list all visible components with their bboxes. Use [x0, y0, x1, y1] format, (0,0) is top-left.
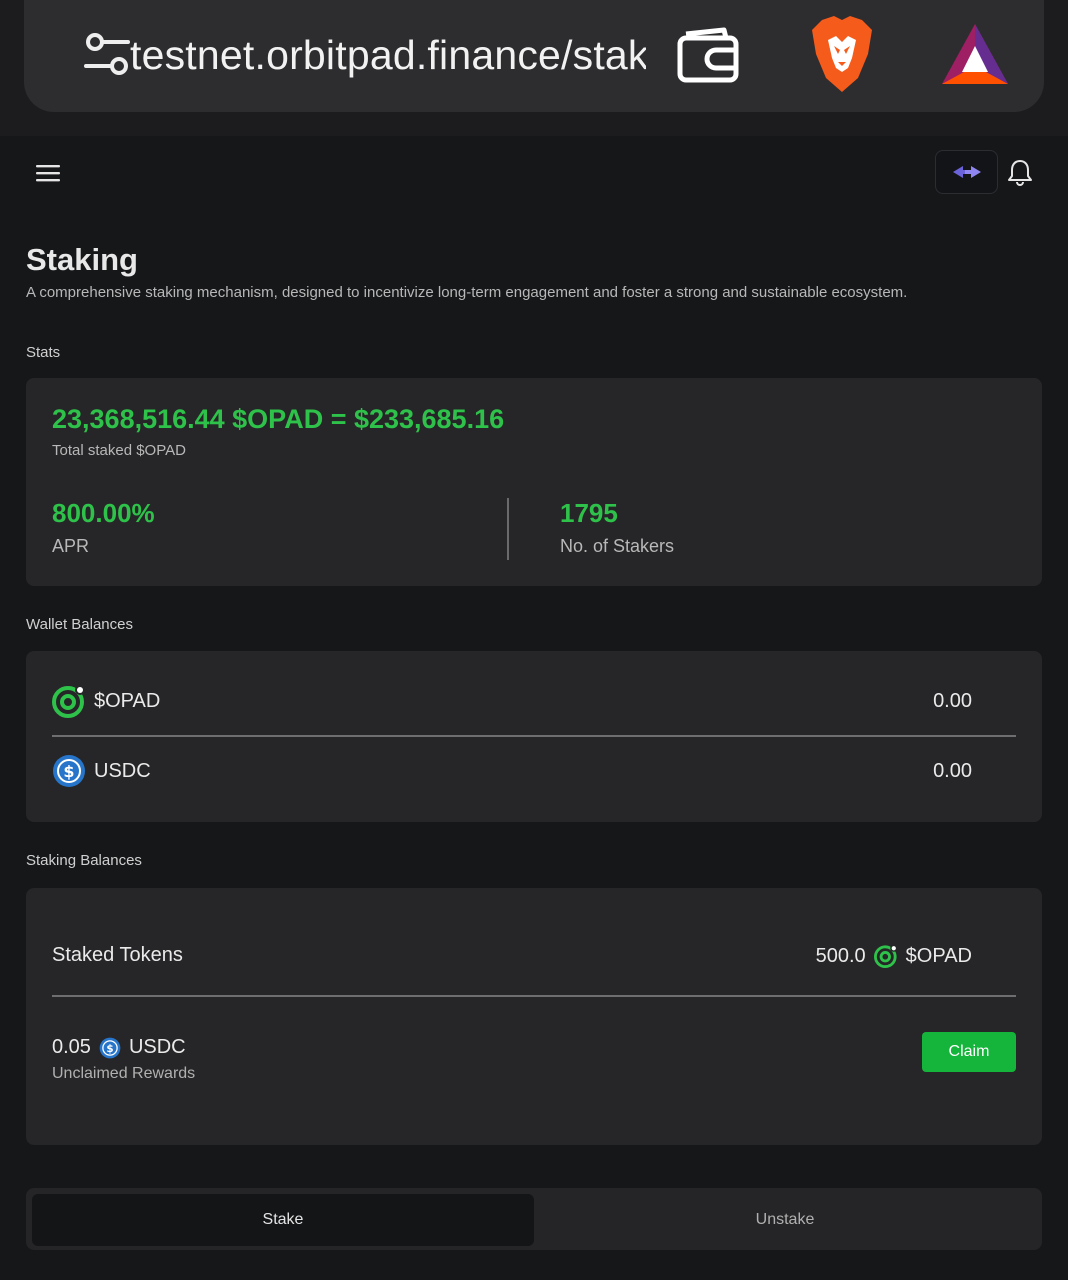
network-switch-icon [952, 166, 981, 178]
stakers-caption: No. of Stakers [560, 536, 675, 556]
apr-caption: APR [52, 536, 90, 556]
total-staked-caption: Total staked $OPAD [52, 442, 186, 459]
wallet-section-label: Wallet Balances [26, 616, 133, 633]
stakers-value: 1795 [560, 498, 618, 528]
wallet-icon[interactable] [676, 26, 740, 84]
page-subtitle: A comprehensive staking mechanism, desig… [26, 284, 908, 301]
staking-row-divider [52, 995, 1016, 997]
tab-unstake[interactable]: Unstake [534, 1194, 1036, 1246]
opad-token-icon [873, 944, 897, 968]
reward-amount: 0.05 [52, 1036, 91, 1058]
apr-value: 800.00% [52, 498, 155, 528]
hamburger-menu-icon[interactable] [36, 162, 60, 184]
wallet-token-row-usdc: $ USDC 0.00 [52, 754, 1016, 790]
total-staked-value: 23,368,516.44 $OPAD = $233,685.16 [52, 404, 505, 434]
page-title: Staking [26, 242, 138, 277]
network-switch-button[interactable] [935, 150, 998, 194]
tab-stake[interactable]: Stake [32, 1194, 534, 1246]
wallet-token-amount: 0.00 [933, 760, 972, 782]
usdc-token-icon: $ [99, 1037, 121, 1058]
bat-icon[interactable] [940, 22, 1010, 86]
unclaimed-rewards-caption: Unclaimed Rewards [52, 1065, 196, 1082]
wallet-token-name: $OPAD [94, 690, 161, 712]
stats-divider [507, 498, 509, 560]
wallet-row-divider [52, 735, 1016, 737]
staked-tokens-label: Staked Tokens [52, 944, 183, 966]
claim-button[interactable]: Claim [922, 1032, 1016, 1072]
unclaimed-rewards-value: 0.05 $ USDC [52, 1036, 186, 1059]
stats-section-label: Stats [26, 344, 61, 361]
usdc-token-icon: $ [53, 755, 85, 787]
staked-amount: 500.0 [815, 944, 866, 967]
wallet-balances-card: $OPAD 0.00 $ USDC 0.00 [26, 651, 1042, 822]
brave-icon[interactable] [808, 14, 876, 94]
site-settings-icon[interactable] [82, 30, 132, 80]
staking-section-label: Staking Balances [26, 852, 142, 869]
wallet-token-name: USDC [94, 760, 151, 782]
stats-card: 23,368,516.44 $OPAD = $233,685.16 Total … [26, 378, 1042, 586]
opad-token-icon [52, 685, 85, 718]
bell-icon[interactable] [1007, 158, 1033, 186]
staked-token-symbol: $OPAD [905, 944, 972, 967]
wallet-token-row-opad: $OPAD 0.00 [52, 684, 1016, 720]
staked-tokens-value: 500.0 $OPAD [816, 944, 972, 968]
browser-toolbar: testnet.orbitpad.finance/stak [0, 0, 1068, 136]
svg-text:$: $ [106, 1042, 113, 1054]
reward-token-symbol: USDC [128, 1036, 186, 1058]
svg-text:$: $ [63, 762, 74, 781]
wallet-token-amount: 0.00 [933, 690, 972, 712]
stake-unstake-tabs: Stake Unstake [26, 1188, 1042, 1250]
staking-balances-card: Staked Tokens 500.0 $OPAD 0.05 $ USDC Un… [26, 888, 1042, 1145]
url-text[interactable]: testnet.orbitpad.finance/stak [130, 32, 646, 82]
